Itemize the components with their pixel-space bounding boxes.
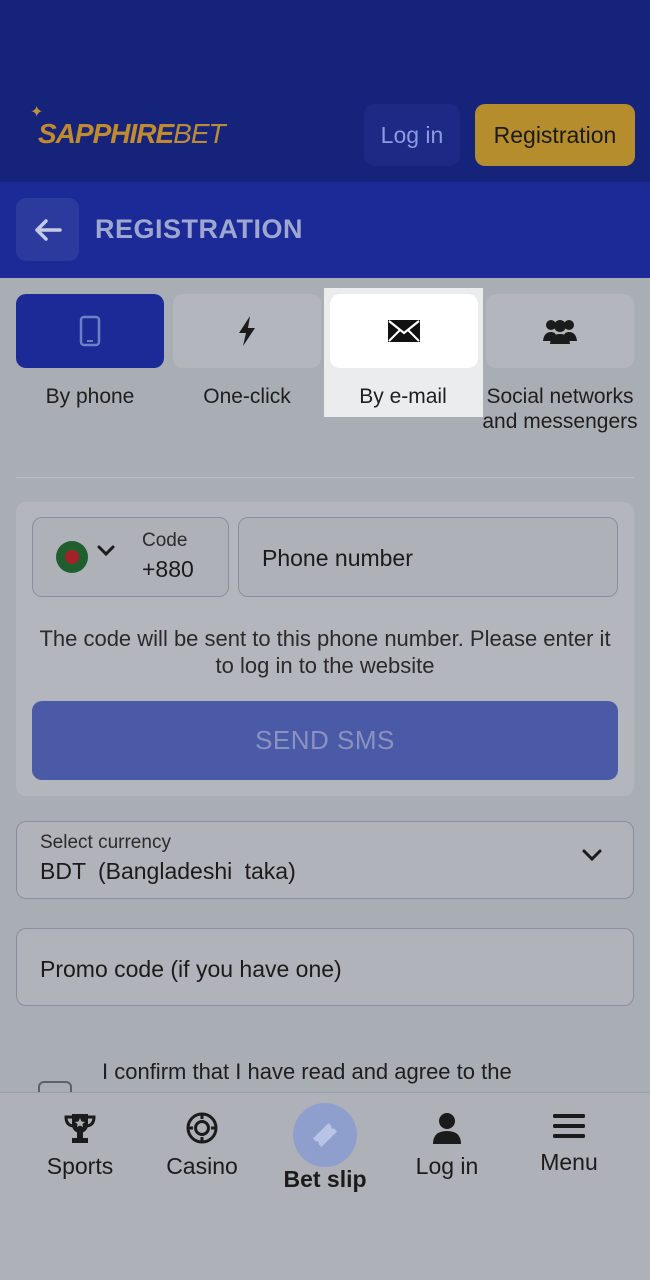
tab-by-email-label: By e-mail <box>359 385 447 408</box>
envelope-icon <box>388 320 420 342</box>
promo-code-placeholder: Promo code (if you have one) <box>40 956 342 982</box>
nav-sports[interactable]: Sports <box>20 1112 140 1180</box>
phone-number-placeholder: Phone number <box>262 545 413 571</box>
currency-label: Select currency <box>40 832 171 853</box>
tab-social-label: Social networks and messengers <box>482 385 638 433</box>
page-title: REGISTRATION <box>95 214 303 244</box>
tab-by-phone-label: By phone <box>45 385 135 408</box>
logo-text-main: SAPPHIRE <box>38 118 174 149</box>
terms-text: I confirm that I have read and agree to … <box>102 1059 512 1084</box>
divider <box>16 477 634 478</box>
nav-menu-label: Menu <box>540 1149 598 1175</box>
login-button[interactable]: Log in <box>364 104 460 166</box>
user-icon <box>433 1113 461 1144</box>
trophy-icon <box>64 1114 96 1143</box>
arrow-left-icon <box>34 218 62 241</box>
nav-casino[interactable]: Casino <box>142 1112 262 1180</box>
currency-value: BDT (Bangladeshi taka) <box>40 858 296 884</box>
nav-bet-slip-label: Bet slip <box>283 1166 367 1192</box>
ticket-icon <box>312 1122 338 1148</box>
logo[interactable]: SAPPHIREBET <box>38 118 226 150</box>
tab-by-phone[interactable] <box>16 294 164 368</box>
tab-one-click-label: One-click <box>203 385 291 408</box>
nav-menu[interactable]: Menu <box>509 1112 629 1176</box>
nav-sports-label: Sports <box>46 1153 114 1179</box>
tab-by-email[interactable] <box>330 294 478 368</box>
back-button[interactable] <box>16 198 79 261</box>
lightning-icon <box>239 316 255 346</box>
phone-icon <box>79 315 101 347</box>
nav-bet-slip[interactable] <box>293 1103 357 1167</box>
casino-chip-icon <box>186 1112 218 1144</box>
flag-circle <box>65 550 79 564</box>
registration-button[interactable]: Registration <box>475 104 635 166</box>
tab-social[interactable] <box>486 294 634 368</box>
code-label: Code <box>142 530 188 551</box>
logo-text-accent: BET <box>173 118 225 149</box>
nav-login-label: Log in <box>415 1153 479 1179</box>
people-icon <box>543 320 577 344</box>
hamburger-menu-icon <box>553 1114 585 1138</box>
nav-login[interactable]: Log in <box>387 1112 507 1180</box>
chevron-down-icon <box>582 849 602 862</box>
nav-casino-label: Casino <box>166 1153 238 1179</box>
tab-one-click[interactable] <box>173 294 321 368</box>
send-sms-button[interactable]: SEND SMS <box>32 701 618 780</box>
sms-hint-text: The code will be sent to this phone numb… <box>39 626 611 678</box>
chevron-down-icon <box>97 545 115 557</box>
code-value: +880 <box>142 556 194 582</box>
